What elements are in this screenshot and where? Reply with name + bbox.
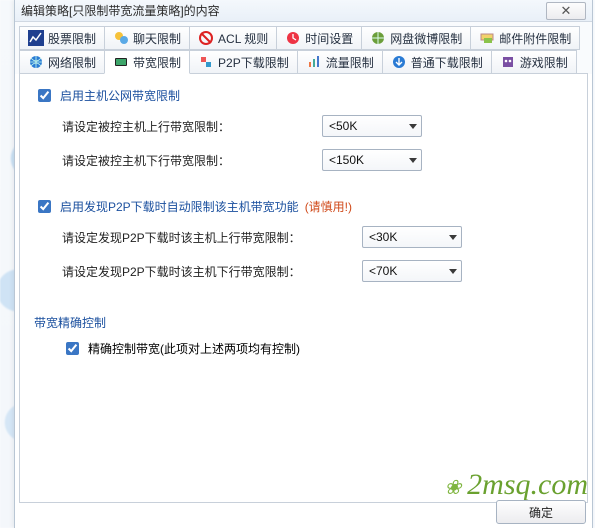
tab-netdisk[interactable]: 网盘微博限制: [361, 26, 471, 50]
tab-traffic[interactable]: 流量限制: [297, 50, 383, 74]
precise-section-title: 带宽精确控制: [34, 314, 573, 331]
enable-p2p-bw-warn: (请慎用!): [305, 198, 352, 215]
group-precise: 带宽精确控制 精确控制带宽(此项对上述两项均有控制): [34, 308, 573, 358]
bandwidth-icon: [113, 54, 129, 70]
tab-bandwidth[interactable]: 带宽限制: [104, 50, 190, 74]
tab-download[interactable]: 普通下载限制: [382, 50, 492, 74]
mail-icon: [479, 30, 495, 46]
host-up-value: <50K: [329, 119, 357, 133]
tab-chat[interactable]: 聊天限制: [104, 26, 190, 50]
host-down-combo[interactable]: <150K: [322, 149, 422, 171]
tab-label: 带宽限制: [133, 54, 181, 71]
tab-row-2: 网络限制 带宽限制 P2P下载限制 流量限制 普通下载限制 游戏限制: [19, 50, 588, 74]
tabstrip: 股票限制 聊天限制 ACL 规则 时间设置 网盘微博限制 邮件附件限制: [15, 22, 592, 74]
dialog-window: 编辑策略[只限制带宽流量策略]的内容 ✕ 股票限制 聊天限制 ACL 规则 时间…: [14, 0, 593, 528]
host-up-combo[interactable]: <50K: [322, 115, 422, 137]
chat-icon: [113, 30, 129, 46]
tab-label: 网络限制: [48, 54, 96, 71]
p2p-up-combo[interactable]: <30K: [362, 226, 462, 248]
tab-acl[interactable]: ACL 规则: [189, 26, 277, 50]
tab-label: 邮件附件限制: [499, 30, 571, 47]
game-icon: [500, 54, 516, 70]
traffic-icon: [306, 54, 322, 70]
acl-icon: [198, 30, 214, 46]
precise-checkbox[interactable]: [66, 342, 79, 355]
stock-icon: [28, 30, 44, 46]
tab-label: 聊天限制: [133, 30, 181, 47]
enable-p2p-bw-label: 启用发现P2P下载时自动限制该主机带宽功能: [60, 198, 299, 215]
p2p-icon: [198, 54, 214, 70]
tab-stock[interactable]: 股票限制: [19, 26, 105, 50]
tab-p2p[interactable]: P2P下载限制: [189, 50, 298, 74]
tab-label: 游戏限制: [520, 54, 568, 71]
tab-label: 股票限制: [48, 30, 96, 47]
p2p-down-value: <70K: [369, 264, 397, 278]
group-p2p-bandwidth: 启用发现P2P下载时自动限制该主机带宽功能 (请慎用!) 请设定发现P2P下载时…: [34, 197, 573, 294]
dialog-title: 编辑策略[只限制带宽流量策略]的内容: [21, 0, 220, 22]
enable-host-bw-label: 启用主机公网带宽限制: [60, 87, 180, 104]
p2p-up-label: 请设定发现P2P下载时该主机上行带宽限制：: [62, 229, 362, 246]
time-icon: [285, 30, 301, 46]
enable-host-bw-checkbox[interactable]: [38, 89, 51, 102]
titlebar: 编辑策略[只限制带宽流量策略]的内容 ✕: [15, 0, 592, 22]
netdisk-icon: [370, 30, 386, 46]
tab-mail[interactable]: 邮件附件限制: [470, 26, 580, 50]
p2p-up-value: <30K: [369, 230, 397, 244]
tab-row-1: 股票限制 聊天限制 ACL 规则 时间设置 网盘微博限制 邮件附件限制: [19, 26, 588, 50]
tab-label: 时间设置: [305, 30, 353, 47]
button-bar: 确定: [496, 500, 586, 524]
tab-game[interactable]: 游戏限制: [491, 50, 577, 74]
enable-p2p-bw-checkbox[interactable]: [38, 200, 51, 213]
download-icon: [391, 54, 407, 70]
tab-label: P2P下载限制: [218, 54, 289, 71]
chevron-down-icon: [449, 235, 457, 240]
chevron-down-icon: [409, 124, 417, 129]
host-up-label: 请设定被控主机上行带宽限制：: [62, 118, 322, 135]
host-down-label: 请设定被控主机下行带宽限制：: [62, 152, 322, 169]
content-pane: 启用主机公网带宽限制 请设定被控主机上行带宽限制： <50K 请设定被控主机下行…: [19, 73, 588, 503]
p2p-down-combo[interactable]: <70K: [362, 260, 462, 282]
p2p-down-label: 请设定发现P2P下载时该主机下行带宽限制：: [62, 263, 362, 280]
tab-label: 流量限制: [326, 54, 374, 71]
group-host-bandwidth: 启用主机公网带宽限制 请设定被控主机上行带宽限制： <50K 请设定被控主机下行…: [34, 86, 573, 183]
ok-button[interactable]: 确定: [496, 500, 586, 524]
net-icon: [28, 54, 44, 70]
precise-label: 精确控制带宽(此项对上述两项均有控制): [88, 340, 300, 357]
tab-network[interactable]: 网络限制: [19, 50, 105, 74]
chevron-down-icon: [449, 269, 457, 274]
chevron-down-icon: [409, 158, 417, 163]
tab-label: 普通下载限制: [411, 54, 483, 71]
close-button[interactable]: ✕: [546, 2, 586, 20]
tab-label: ACL 规则: [218, 30, 268, 47]
tab-time[interactable]: 时间设置: [276, 26, 362, 50]
close-icon: ✕: [561, 0, 572, 22]
host-down-value: <150K: [329, 153, 364, 167]
ok-button-label: 确定: [529, 504, 553, 521]
tab-label: 网盘微博限制: [390, 30, 462, 47]
